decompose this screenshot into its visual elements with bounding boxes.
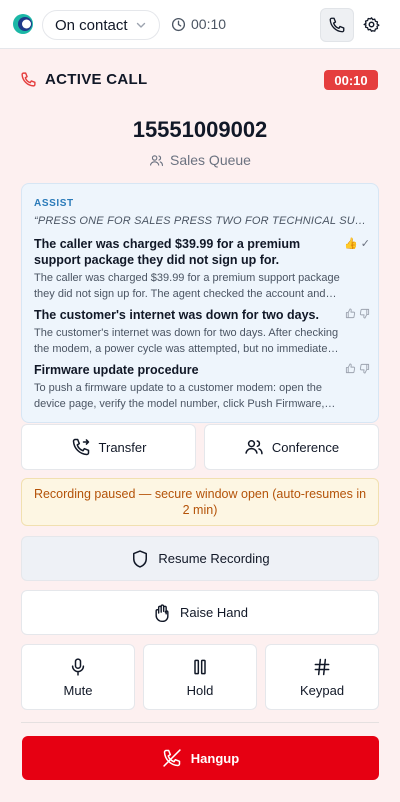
raise-hand-label: Raise Hand (180, 605, 248, 620)
hash-icon (314, 658, 330, 675)
transfer-label: Transfer (98, 439, 147, 455)
mute-label: Mute (63, 682, 93, 698)
hand-icon (155, 603, 169, 622)
assist-title: ASSIST (34, 198, 74, 209)
queue-name: Sales Queue (170, 152, 251, 168)
resume-recording-label: Resume Recording (158, 551, 270, 566)
keypad-button[interactable]: Keypad (265, 644, 379, 710)
call-state-label: ACTIVE CALL (45, 71, 148, 88)
resume-recording-button[interactable]: Resume Recording (21, 536, 379, 581)
gear-icon (362, 16, 380, 32)
check-icon: ✓ (360, 238, 370, 250)
app-logo (13, 14, 33, 34)
suggestion-feedback (345, 308, 370, 319)
suggestion-title: The customer's internet was down for two… (34, 308, 319, 322)
clock-icon (171, 17, 186, 31)
thumbs-down-icon[interactable] (359, 308, 370, 319)
status-label: On contact (55, 16, 128, 34)
assist-suggestion[interactable]: Firmware update procedure To push a firm… (34, 362, 370, 412)
hangup-label: Hangup (190, 750, 240, 766)
phone-tab-button[interactable] (320, 8, 354, 42)
assist-suggestion[interactable]: The customer's internet was down for two… (34, 307, 370, 357)
assist-transcript-quote: “PRESS ONE FOR SALES PRESS TWO FOR TECHN… (34, 215, 366, 227)
suggestion-body: The caller was charged $39.99 for a prem… (34, 270, 370, 302)
suggestion-body-line: To push a firmware update to a customer … (34, 382, 322, 394)
users-icon (150, 154, 164, 166)
status-dropdown[interactable]: On contact (42, 10, 160, 40)
suggestion-body-line: The customer's internet was down for two… (34, 327, 339, 339)
suggestion-feedback (345, 363, 370, 374)
session-timer: 00:10 (171, 16, 226, 32)
thumbs-up-icon[interactable] (345, 363, 356, 374)
suggestion-feedback: 👍 ✓ (344, 237, 370, 250)
thumbs-up-icon[interactable] (345, 308, 356, 319)
pause-icon (194, 659, 206, 674)
phone-off-icon (163, 749, 181, 767)
phone-forward-icon (72, 438, 89, 456)
thumbs-up-icon[interactable]: 👍 (344, 237, 358, 250)
assist-panel: ASSIST “PRESS ONE FOR SALES PRESS TWO FO… (21, 183, 379, 423)
suggestion-body-line: the modem, a power cycle was attempted, … (34, 343, 339, 355)
mute-button[interactable]: Mute (21, 644, 135, 710)
hangup-button[interactable]: Hangup (22, 736, 379, 780)
queue-info: Sales Queue (0, 152, 400, 168)
suggestion-body: To push a firmware update to a customer … (34, 380, 370, 412)
keypad-label: Keypad (299, 682, 345, 698)
hold-label: Hold (186, 682, 214, 698)
assist-suggestion[interactable]: The caller was charged $39.99 for a prem… (34, 236, 370, 302)
conference-label: Conference (271, 439, 340, 455)
suggestion-title: The caller was charged $39.99 for a prem… (34, 237, 301, 267)
session-timer-value: 00:10 (191, 16, 227, 32)
settings-button[interactable] (360, 13, 382, 35)
divider (21, 722, 379, 723)
suggestion-body: The customer's internet was down for two… (34, 325, 370, 357)
conference-button[interactable]: Conference (204, 424, 379, 470)
suggestion-body-line: device page, verify the model number, cl… (34, 398, 336, 410)
suggestion-body-line: they did not sign up for. The agent chec… (34, 288, 337, 300)
shield-icon (133, 549, 148, 568)
users-icon (245, 440, 263, 455)
raise-hand-button[interactable]: Raise Hand (21, 590, 379, 635)
hold-button[interactable]: Hold (143, 644, 257, 710)
suggestion-body-line: The caller was charged $39.99 for a prem… (34, 272, 340, 284)
top-bar: On contact 00:10 (0, 0, 400, 49)
suggestion-title: Firmware update procedure (34, 363, 199, 377)
phone-icon (21, 72, 36, 87)
chevron-down-icon (136, 22, 146, 28)
microphone-icon (71, 657, 85, 676)
recording-paused-notice: Recording paused — secure window open (a… (21, 478, 379, 526)
phone-icon (329, 17, 345, 33)
thumbs-down-icon[interactable] (359, 363, 370, 374)
transfer-button[interactable]: Transfer (21, 424, 196, 470)
caller-number: 15551009002 (132, 117, 268, 142)
call-timer-badge: 00:10 (324, 70, 378, 90)
call-state: ACTIVE CALL (20, 71, 147, 88)
